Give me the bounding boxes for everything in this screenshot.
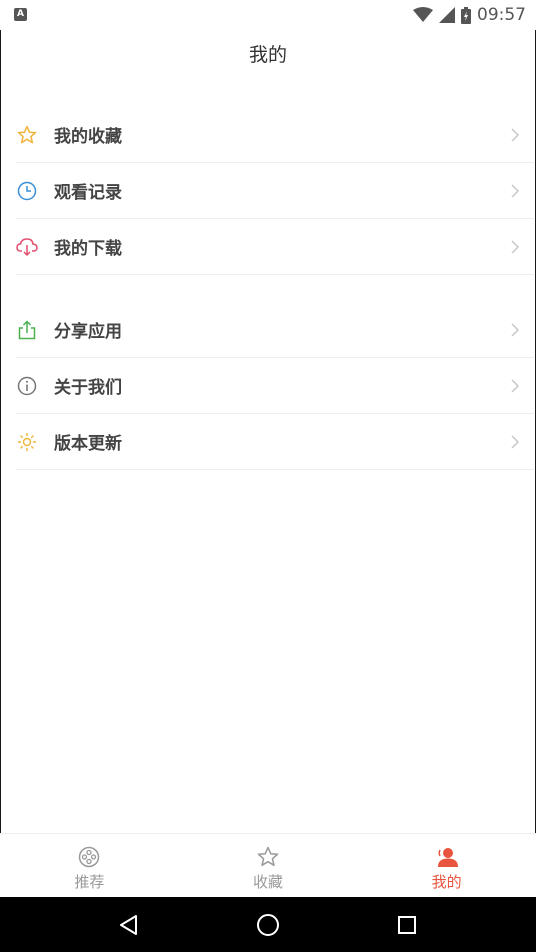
tab-label: 收藏 (253, 873, 284, 891)
menu-item-version-update[interactable]: 版本更新 (16, 414, 534, 470)
tab-mine[interactable]: 我的 (357, 834, 536, 897)
user-icon (437, 848, 458, 867)
status-bar: A 09:57 (0, 0, 536, 30)
menu-item-downloads[interactable]: 我的下载 (16, 219, 534, 275)
home-button[interactable] (254, 911, 282, 939)
tab-label: 我的 (431, 873, 462, 891)
film-reel-icon (79, 846, 100, 868)
clock-time: 09:57 (477, 5, 526, 25)
menu-item-label: 分享应用 (54, 322, 122, 342)
recents-square-icon (397, 915, 416, 934)
tab-label: 推荐 (74, 873, 105, 891)
bottom-tab-bar: 推荐 收藏 我的 (0, 833, 536, 897)
chevron-right-icon (511, 184, 520, 198)
info-icon (16, 375, 38, 397)
chevron-right-icon (511, 240, 520, 254)
menu-group-app: 分享应用 关于我们 版本更新 (16, 302, 534, 470)
menu-group-library: 我的收藏 观看记录 我的下载 (16, 107, 534, 275)
menu-item-label: 我的收藏 (54, 127, 122, 147)
cloud-download-icon (16, 236, 38, 258)
tab-favorites[interactable]: 收藏 (179, 834, 358, 897)
menu-item-share-app[interactable]: 分享应用 (16, 302, 534, 358)
menu-item-about-us[interactable]: 关于我们 (16, 358, 534, 414)
battery-icon (461, 6, 471, 24)
back-triangle-icon (120, 914, 138, 935)
page-header: 我的 (0, 30, 536, 76)
back-button[interactable] (115, 911, 143, 939)
menu-item-history[interactable]: 观看记录 (16, 163, 534, 219)
chevron-right-icon (511, 435, 520, 449)
star-icon (257, 846, 279, 867)
menu-item-favorites[interactable]: 我的收藏 (16, 107, 534, 163)
wifi-icon (413, 7, 433, 22)
menu-item-label: 版本更新 (54, 434, 122, 454)
menu-item-label: 观看记录 (54, 183, 122, 203)
sun-update-icon (16, 431, 38, 453)
menu-item-label: 我的下载 (54, 239, 122, 259)
chevron-right-icon (511, 128, 520, 142)
page-title: 我的 (248, 44, 287, 66)
star-icon (16, 124, 38, 146)
chevron-right-icon (511, 379, 520, 393)
system-navigation-bar (0, 897, 536, 952)
notification-badge: A (14, 8, 27, 21)
chevron-right-icon (511, 323, 520, 337)
home-circle-icon (256, 913, 279, 936)
menu-item-label: 关于我们 (54, 378, 122, 398)
signal-icon (439, 7, 455, 23)
status-indicators: 09:57 (413, 4, 526, 26)
share-icon (16, 319, 38, 341)
tab-recommend[interactable]: 推荐 (0, 834, 179, 897)
recents-button[interactable] (393, 911, 421, 939)
clock-icon (16, 180, 38, 202)
